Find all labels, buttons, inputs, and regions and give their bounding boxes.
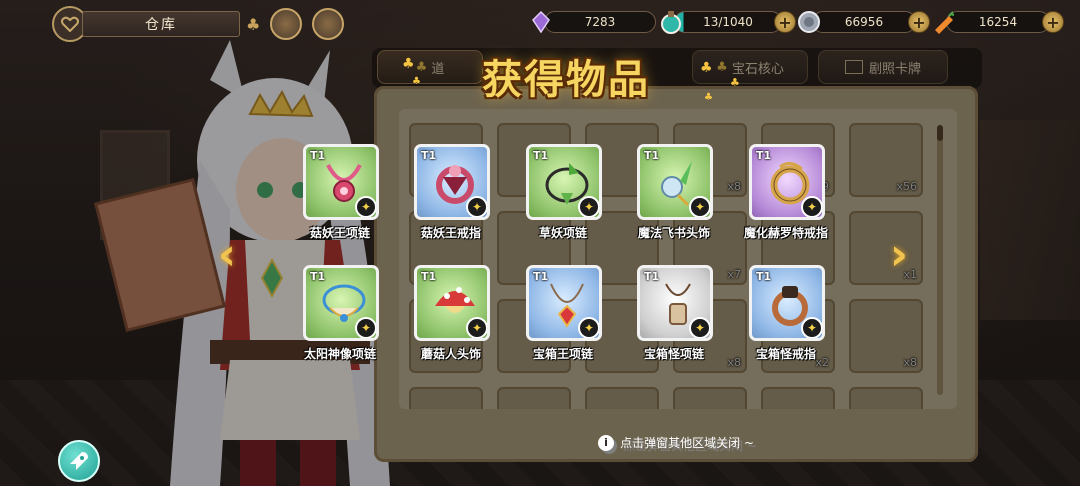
page-title: 仓库	[82, 11, 240, 37]
star-badge-icon: ✦	[578, 317, 599, 338]
clover-sparkle-icon: ♣	[412, 76, 421, 87]
reward-item-name: 魔化赫罗特戒指	[743, 226, 828, 240]
carrot-icon	[930, 9, 956, 35]
tier-label: T1	[310, 270, 326, 283]
reward-item-card[interactable]: T1 ✦	[749, 265, 825, 341]
reward-item-card[interactable]: T1 ✦	[749, 144, 825, 220]
reward-item[interactable]: T1 ✦ 菇妖王戒指	[396, 144, 506, 256]
clover-sparkle-icon: ♣	[730, 76, 740, 89]
star-badge-icon: ✦	[689, 196, 710, 217]
star-badge-icon: ✦	[355, 196, 376, 217]
star-badge-icon: ✦	[466, 196, 487, 217]
reward-item[interactable]: T1 ✦ 菇妖王项链	[285, 144, 395, 256]
reward-item-card[interactable]: T1 ✦	[414, 144, 490, 220]
coin-icon	[796, 9, 822, 35]
reward-item[interactable]: T1 ✦ 草妖项链	[508, 144, 618, 256]
tier-label: T1	[533, 149, 549, 162]
reward-item[interactable]: T1 ✦ 魔化赫罗特戒指	[731, 144, 841, 256]
tier-label: T1	[756, 270, 772, 283]
game-scene: 仓库 ♣ 7283 13/1040 + 66956 + 16254 + ♣ 道 …	[0, 0, 1080, 486]
reward-item-card[interactable]: T1 ✦	[637, 144, 713, 220]
purple-crystal-icon	[528, 9, 554, 35]
rocket-icon	[70, 452, 88, 470]
reward-item[interactable]: T1 ✦ 蘑菇人头饰	[396, 265, 506, 377]
star-badge-icon: ✦	[689, 317, 710, 338]
tier-label: T1	[644, 149, 660, 162]
clover-sparkle-icon: ♣	[700, 60, 713, 76]
reward-item-name: 蘑菇人头饰	[420, 347, 481, 361]
rocket-button[interactable]	[58, 440, 100, 482]
reward-item-name: 草妖项链	[538, 226, 587, 240]
next-arrow-icon[interactable]: ›	[884, 226, 914, 282]
tier-label: T1	[533, 270, 549, 283]
reward-title: 获得物品	[482, 57, 650, 103]
add-carrots-button[interactable]: +	[1042, 11, 1064, 33]
info-icon: i	[598, 434, 615, 451]
carrots-value: 16254	[946, 11, 1050, 33]
reward-item[interactable]: T1 ✦ 宝箱王项链	[508, 265, 618, 377]
reward-item-name: 菇妖王戒指	[420, 226, 481, 240]
reward-item-name: 太阳神像项链	[303, 347, 376, 361]
add-stamina-button[interactable]: +	[774, 11, 796, 33]
potion-icon	[658, 9, 684, 35]
clover-sparkle-icon: ♣	[704, 92, 713, 103]
reward-item-card[interactable]: T1 ✦	[526, 265, 602, 341]
tier-label: T1	[756, 149, 772, 162]
reward-item-name: 宝箱怪项链	[643, 347, 704, 361]
reward-item-card[interactable]: T1 ✦	[303, 265, 379, 341]
reward-item-name: 菇妖王项链	[309, 226, 370, 240]
reward-item-name: 魔法飞书头饰	[637, 226, 710, 240]
tier-label: T1	[310, 149, 326, 162]
prev-arrow-icon[interactable]: ‹	[212, 226, 242, 282]
coins-resource: 66956 +	[796, 10, 930, 34]
menu-hat-button[interactable]	[312, 8, 345, 40]
tier-label: T1	[644, 270, 660, 283]
header: 仓库 ♣	[52, 6, 345, 42]
reward-item-card[interactable]: T1 ✦	[526, 144, 602, 220]
reward-item[interactable]: T1 ✦ 宝箱怪项链	[619, 265, 729, 377]
close-hint-overlay: i 点击弹窗其他区域关闭 ~	[374, 434, 978, 451]
reward-item[interactable]: T1 ✦ 宝箱怪戒指	[731, 265, 841, 377]
menu-eye-button[interactable]	[270, 8, 303, 40]
add-coins-button[interactable]: +	[908, 11, 930, 33]
back-heart-icon	[61, 16, 79, 32]
tier-label: T1	[421, 270, 437, 283]
reward-item-card[interactable]: T1 ✦	[637, 265, 713, 341]
stamina-value: 13/1040	[674, 11, 782, 33]
star-badge-icon: ✦	[466, 317, 487, 338]
star-badge-icon: ✦	[801, 196, 822, 217]
reward-item-name: 宝箱王项链	[532, 347, 593, 361]
clover-icon: ♣	[246, 14, 261, 34]
stamina-resource: 13/1040 +	[658, 10, 796, 34]
star-badge-icon: ✦	[355, 317, 376, 338]
reward-item-card[interactable]: T1 ✦	[303, 144, 379, 220]
close-hint-overlay-text: 点击弹窗其他区域关闭 ~	[620, 436, 754, 450]
carrots-resource: 16254 +	[930, 10, 1064, 34]
star-badge-icon: ✦	[578, 196, 599, 217]
reward-item-name: 宝箱怪戒指	[755, 347, 816, 361]
reward-item[interactable]: T1 ✦ 太阳神像项链	[285, 265, 395, 377]
reward-item-card[interactable]: T1 ✦	[414, 265, 490, 341]
gems-resource: 7283	[528, 10, 656, 34]
tier-label: T1	[421, 149, 437, 162]
clover-sparkle-icon: ♣	[402, 56, 415, 72]
coins-value: 66956	[812, 11, 916, 33]
reward-item[interactable]: T1 ✦ 魔法飞书头饰	[619, 144, 729, 256]
gems-value: 7283	[544, 11, 656, 33]
star-badge-icon: ✦	[801, 317, 822, 338]
